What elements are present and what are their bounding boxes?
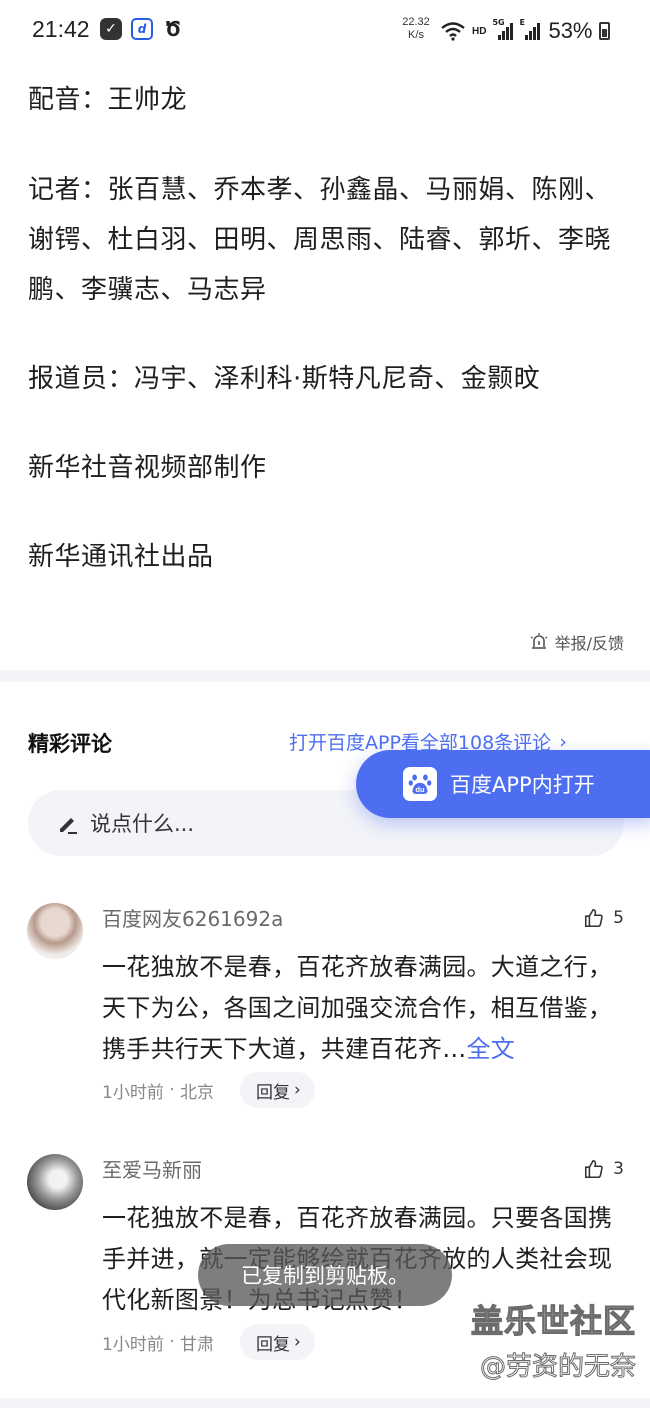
- comment-input-placeholder: 说点什么...: [90, 812, 195, 836]
- comment-location: 北京: [180, 1082, 215, 1103]
- avatar[interactable]: [27, 1154, 83, 1210]
- signal-icon: 5G: [492, 18, 514, 40]
- like-count: 3: [613, 1159, 624, 1179]
- comment-time: 1小时前: [102, 1334, 164, 1355]
- report-label: 举报/反馈: [554, 634, 624, 653]
- credit-reporters: 记者：张百慧、乔本孝、孙鑫晶、马丽娟、陈刚、谢锷、杜白羽、田明、周思雨、陆睿、郭…: [28, 175, 612, 305]
- reply-label: 回复: [256, 1334, 291, 1355]
- signal-icon-secondary: E: [519, 18, 541, 40]
- baidu-netdisk-icon: d: [131, 18, 153, 40]
- signal-e-tag: E: [519, 18, 525, 27]
- wifi-icon: [441, 22, 465, 41]
- credit-publisher: 新华通讯社出品: [28, 542, 214, 572]
- reply-button[interactable]: 回复 ›: [240, 1072, 315, 1108]
- notification-icons: ✓ d Ծ: [100, 18, 184, 40]
- read-full-link[interactable]: 全文: [467, 1035, 516, 1063]
- check-app-icon: ✓: [100, 18, 122, 40]
- credit-production: 新华社音视频部制作: [28, 453, 267, 483]
- watermark-author: @劳资的无奈: [479, 1352, 636, 1383]
- chevron-right-icon: ›: [294, 1332, 301, 1352]
- comments-title: 精彩评论: [28, 732, 112, 756]
- status-bar: 21:42 ✓ d Ծ 22.32 K/s HD 5G E 53%: [0, 0, 650, 62]
- report-feedback-link[interactable]: 举报/反馈: [529, 630, 624, 654]
- hd-indicator: HD: [472, 25, 487, 37]
- open-in-baidu-app-label: 百度APP内打开: [450, 773, 595, 797]
- report-icon: [530, 633, 547, 649]
- status-time: 21:42: [32, 16, 90, 42]
- chevron-right-icon: ›: [294, 1080, 301, 1100]
- comment-username[interactable]: 百度网友6261692a: [102, 903, 283, 932]
- section-divider: [0, 670, 650, 682]
- battery-icon: [598, 22, 610, 40]
- like-button[interactable]: 3: [583, 1158, 624, 1180]
- comment-meta: 1小时前 · 甘肃 回复 ›: [102, 1324, 315, 1360]
- reply-label: 回复: [256, 1082, 291, 1103]
- comment-location: 甘肃: [180, 1334, 215, 1355]
- alarm-icon: Ծ: [165, 17, 181, 41]
- pen-icon: [60, 818, 77, 834]
- open-in-baidu-app-button[interactable]: du 百度APP内打开: [356, 750, 650, 818]
- signal-5g-tag: 5G: [492, 18, 505, 27]
- avatar[interactable]: [27, 903, 83, 959]
- credit-dubbing: 配音：王帅龙: [28, 85, 188, 115]
- status-indicators: HD 5G E 53%: [440, 18, 610, 44]
- comment-body: 一花独放不是春，百花齐放春满园。大道之行，天下为公，各国之间加强交流合作，相互借…: [102, 947, 626, 1070]
- comment-time: 1小时前: [102, 1082, 164, 1103]
- network-speed: 22.32 K/s: [396, 16, 436, 42]
- meta-separator: ·: [163, 1080, 181, 1100]
- like-button[interactable]: 5: [583, 907, 624, 929]
- comment-meta: 1小时前 · 北京 回复 ›: [102, 1072, 315, 1108]
- comment-username[interactable]: 至爱马新丽: [102, 1154, 202, 1183]
- like-count: 5: [613, 908, 624, 928]
- meta-separator: ·: [163, 1332, 181, 1352]
- bottom-divider: [0, 1398, 650, 1408]
- credit-correspondents: 报道员：冯宇、泽利科·斯特凡尼奇、金颢旼: [28, 364, 541, 394]
- reply-button[interactable]: 回复 ›: [240, 1324, 315, 1360]
- thumbs-up-icon: [585, 1159, 603, 1179]
- network-speed-unit: K/s: [408, 29, 424, 41]
- baidu-app-icon: du: [403, 767, 437, 801]
- battery-percent: 53%: [548, 18, 593, 43]
- copied-toast: 已复制到剪贴板。: [198, 1244, 452, 1306]
- comment-text: 一花独放不是春，百花齐放春满园。大道之行，天下为公，各国之间加强交流合作，相互借…: [102, 953, 613, 1063]
- watermark: 盖乐世社区 @劳资的无奈: [470, 1296, 636, 1383]
- thumbs-up-icon: [585, 908, 603, 928]
- network-speed-value: 22.32: [402, 16, 430, 28]
- watermark-title: 盖乐世社区: [470, 1301, 636, 1340]
- svg-text:du: du: [415, 785, 425, 794]
